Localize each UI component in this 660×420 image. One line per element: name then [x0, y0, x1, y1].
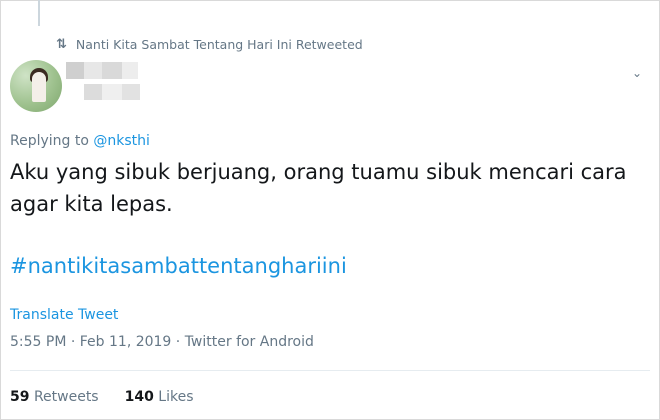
author-handle-blurred[interactable]	[84, 84, 140, 100]
retweet-icon: ⇅	[56, 37, 67, 52]
replying-to-prefix: Replying to	[10, 133, 89, 149]
tweet-stats: 59 Retweets 140 Likes	[10, 389, 194, 405]
avatar-figure	[32, 72, 46, 102]
thread-line	[38, 0, 40, 26]
avatar[interactable]	[10, 60, 62, 112]
retweet-context[interactable]: ⇅ Nanti Kita Sambat Tentang Hari Ini Ret…	[56, 37, 363, 52]
tweet-text: Aku yang sibuk berjuang, orang tuamu sib…	[10, 160, 627, 216]
author-name-blurred[interactable]	[66, 62, 138, 79]
chevron-down-icon[interactable]: ⌄	[632, 66, 642, 80]
likes-label: Likes	[158, 389, 194, 405]
hashtag-link[interactable]: #nantikitasambattentanghariini	[10, 254, 347, 278]
reply-mention-link[interactable]: @nksthi	[93, 133, 150, 149]
likes-stat[interactable]: 140 Likes	[125, 389, 194, 405]
retweets-stat[interactable]: 59 Retweets	[10, 389, 99, 405]
likes-count: 140	[124, 389, 154, 405]
tweet-timestamp[interactable]: 5:55 PM · Feb 11, 2019 · Twitter for And…	[10, 334, 314, 350]
retweet-context-text: Nanti Kita Sambat Tentang Hari Ini Retwe…	[75, 37, 363, 52]
retweets-label: Retweets	[33, 389, 99, 405]
divider	[10, 370, 650, 371]
translate-tweet-link[interactable]: Translate Tweet	[10, 307, 118, 323]
replying-to: Replying to @nksthi	[10, 133, 150, 149]
retweets-count: 59	[10, 389, 30, 405]
